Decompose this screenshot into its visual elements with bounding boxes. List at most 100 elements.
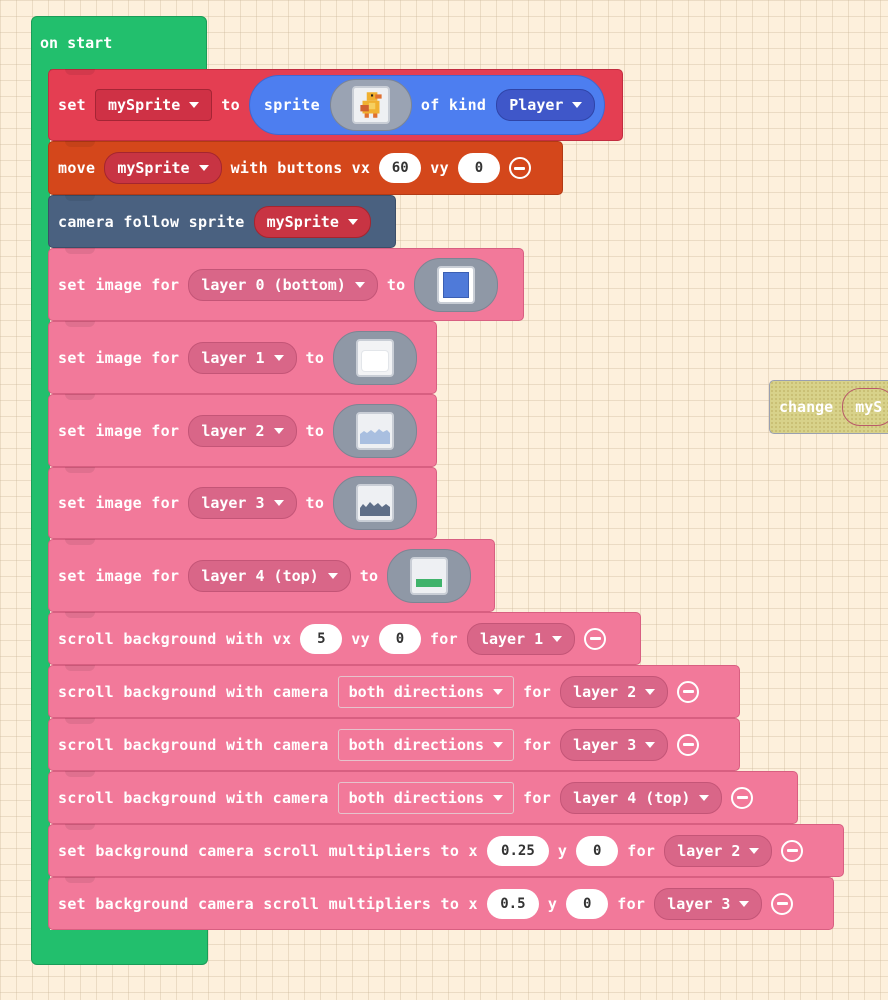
remove-parameter-icon[interactable] <box>508 157 531 179</box>
scroll-multipliers-layer-3-block[interactable]: set background camera scroll multipliers… <box>48 877 834 930</box>
scroll-vx-input[interactable]: 5 <box>300 623 343 654</box>
move-label: move <box>58 159 96 177</box>
remove-parameter-icon[interactable] <box>677 680 700 703</box>
sprite-variable-dropdown[interactable]: mySprite <box>95 89 213 121</box>
layer-dropdown[interactable]: layer 4 (top) <box>560 781 723 814</box>
vy-label: vy <box>430 159 449 177</box>
chevron-down-icon <box>572 102 583 108</box>
chevron-down-icon <box>198 165 209 171</box>
multiplier-y-input[interactable]: 0 <box>576 835 619 866</box>
set-image-layer-2-block[interactable]: set image for layer 2 to <box>48 394 437 467</box>
chevron-down-icon <box>699 794 710 801</box>
set-image-label: set image for <box>58 566 180 585</box>
layer-image-slot[interactable] <box>387 548 472 603</box>
camera-follow-block[interactable]: camera follow sprite mySprite <box>48 195 396 248</box>
set-image-label: set image for <box>58 348 180 367</box>
remove-parameter-icon[interactable] <box>584 627 607 650</box>
move-sprite-value: mySprite <box>117 159 190 177</box>
scroll-vy-input[interactable]: 0 <box>378 623 421 654</box>
vy-input[interactable]: 0 <box>457 153 500 183</box>
to-label: to <box>359 566 379 585</box>
layer-dropdown[interactable]: layer 1 <box>188 341 297 374</box>
direction-dropdown[interactable]: both directions <box>337 675 515 708</box>
layer-value: layer 2 <box>573 682 637 701</box>
chevron-down-icon <box>493 741 504 748</box>
scroll-camera-layer-4-block[interactable]: scroll background with camera both direc… <box>48 771 798 824</box>
scroll-vy-label: vy <box>351 629 370 648</box>
layer-value: layer 0 (bottom) <box>201 275 346 294</box>
layer-image-slot[interactable] <box>333 476 418 530</box>
layer-dropdown[interactable]: layer 3 <box>560 728 669 761</box>
layer-image-slot[interactable] <box>333 403 418 458</box>
chevron-down-icon <box>273 500 284 506</box>
change-label: change <box>779 398 834 416</box>
scroll-camera-label: scroll background with camera <box>58 788 329 807</box>
chevron-down-icon <box>552 635 563 642</box>
on-start-block[interactable]: on start <box>31 16 207 70</box>
camera-sprite-dropdown[interactable]: mySprite <box>253 205 371 238</box>
layer-dropdown[interactable]: layer 2 <box>664 834 773 867</box>
for-label: for <box>523 788 552 807</box>
direction-value: both directions <box>348 682 485 701</box>
scroll-camera-layer-3-block[interactable]: scroll background with camera both direc… <box>48 718 740 771</box>
with-buttons-label: with buttons <box>230 159 343 177</box>
set-image-layer-0-block[interactable]: set image for layer 0 (bottom) to <box>48 248 524 321</box>
to-label: to <box>305 348 325 367</box>
remove-parameter-icon[interactable] <box>781 839 804 862</box>
scroll-background-vx-block[interactable]: scroll background with vx 5 vy 0 for lay… <box>48 612 641 665</box>
change-sprite-dropdown[interactable]: myS <box>842 388 888 426</box>
multipliers-label: set background camera scroll multipliers… <box>58 894 478 913</box>
detached-change-block[interactable]: change myS <box>769 380 888 434</box>
layer-value: layer 2 <box>677 841 741 860</box>
sprite-image-slot[interactable] <box>329 79 412 131</box>
set-image-layer-3-block[interactable]: set image for layer 3 to <box>48 467 437 539</box>
set-sprite-block[interactable]: set mySprite to sprite of kind Player <box>48 69 623 141</box>
move-sprite-dropdown[interactable]: mySprite <box>104 152 222 184</box>
camera-sprite-value: mySprite <box>266 212 339 231</box>
layer-image-slot[interactable] <box>414 257 499 312</box>
layer-value: layer 3 <box>667 894 731 913</box>
for-label: for <box>523 682 552 701</box>
chevron-down-icon <box>273 427 284 434</box>
chevron-down-icon <box>347 218 358 225</box>
layer-dropdown[interactable]: layer 2 <box>188 414 297 447</box>
chevron-down-icon <box>739 900 750 907</box>
set-image-layer-1-block[interactable]: set image for layer 1 to <box>48 321 437 394</box>
layer-dropdown[interactable]: layer 1 <box>466 622 576 655</box>
to-label: to <box>386 275 406 294</box>
set-image-label: set image for <box>58 421 180 440</box>
direction-dropdown[interactable]: both directions <box>337 728 515 761</box>
scroll-camera-layer-2-block[interactable]: scroll background with camera both direc… <box>48 665 740 718</box>
chevron-down-icon <box>493 688 504 695</box>
on-start-label: on start <box>40 34 113 52</box>
scroll-multipliers-layer-2-block[interactable]: set background camera scroll multipliers… <box>48 824 844 877</box>
for-label: for <box>429 629 458 648</box>
multiplier-x-input[interactable]: 0.25 <box>486 835 549 866</box>
layer-dropdown[interactable]: layer 0 (bottom) <box>188 268 378 301</box>
layer-dropdown[interactable]: layer 2 <box>560 675 669 708</box>
multiplier-y-label: y <box>547 894 558 913</box>
to-label: to <box>305 494 325 512</box>
layer-value: layer 2 <box>201 421 265 440</box>
layer-value: layer 4 (top) <box>573 788 691 807</box>
remove-parameter-icon[interactable] <box>731 786 754 809</box>
layer-value: layer 1 <box>479 629 544 648</box>
layer-dropdown[interactable]: layer 3 <box>654 887 763 920</box>
layer-dropdown[interactable]: layer 3 <box>188 487 297 519</box>
white-cloud-image-icon <box>356 338 395 377</box>
vx-input[interactable]: 60 <box>379 153 422 183</box>
multiplier-x-input[interactable]: 0.5 <box>486 888 539 919</box>
kind-dropdown[interactable]: Player <box>496 89 596 121</box>
move-with-buttons-block[interactable]: move mySprite with buttons vx 60 vy 0 <box>48 141 563 195</box>
layer-dropdown[interactable]: layer 4 (top) <box>188 559 351 592</box>
multiplier-y-input[interactable]: 0 <box>566 888 609 919</box>
direction-dropdown[interactable]: both directions <box>337 781 515 814</box>
sprite-variable-value: mySprite <box>108 96 181 114</box>
remove-parameter-icon[interactable] <box>677 733 700 756</box>
set-image-layer-4-block[interactable]: set image for layer 4 (top) to <box>48 539 495 612</box>
multiplier-y-label: y <box>557 841 568 860</box>
vx-label: vx <box>351 159 371 177</box>
remove-parameter-icon[interactable] <box>771 892 794 915</box>
layer-image-slot[interactable] <box>333 330 418 385</box>
sprite-create-block[interactable]: sprite of kind Player <box>248 75 606 135</box>
